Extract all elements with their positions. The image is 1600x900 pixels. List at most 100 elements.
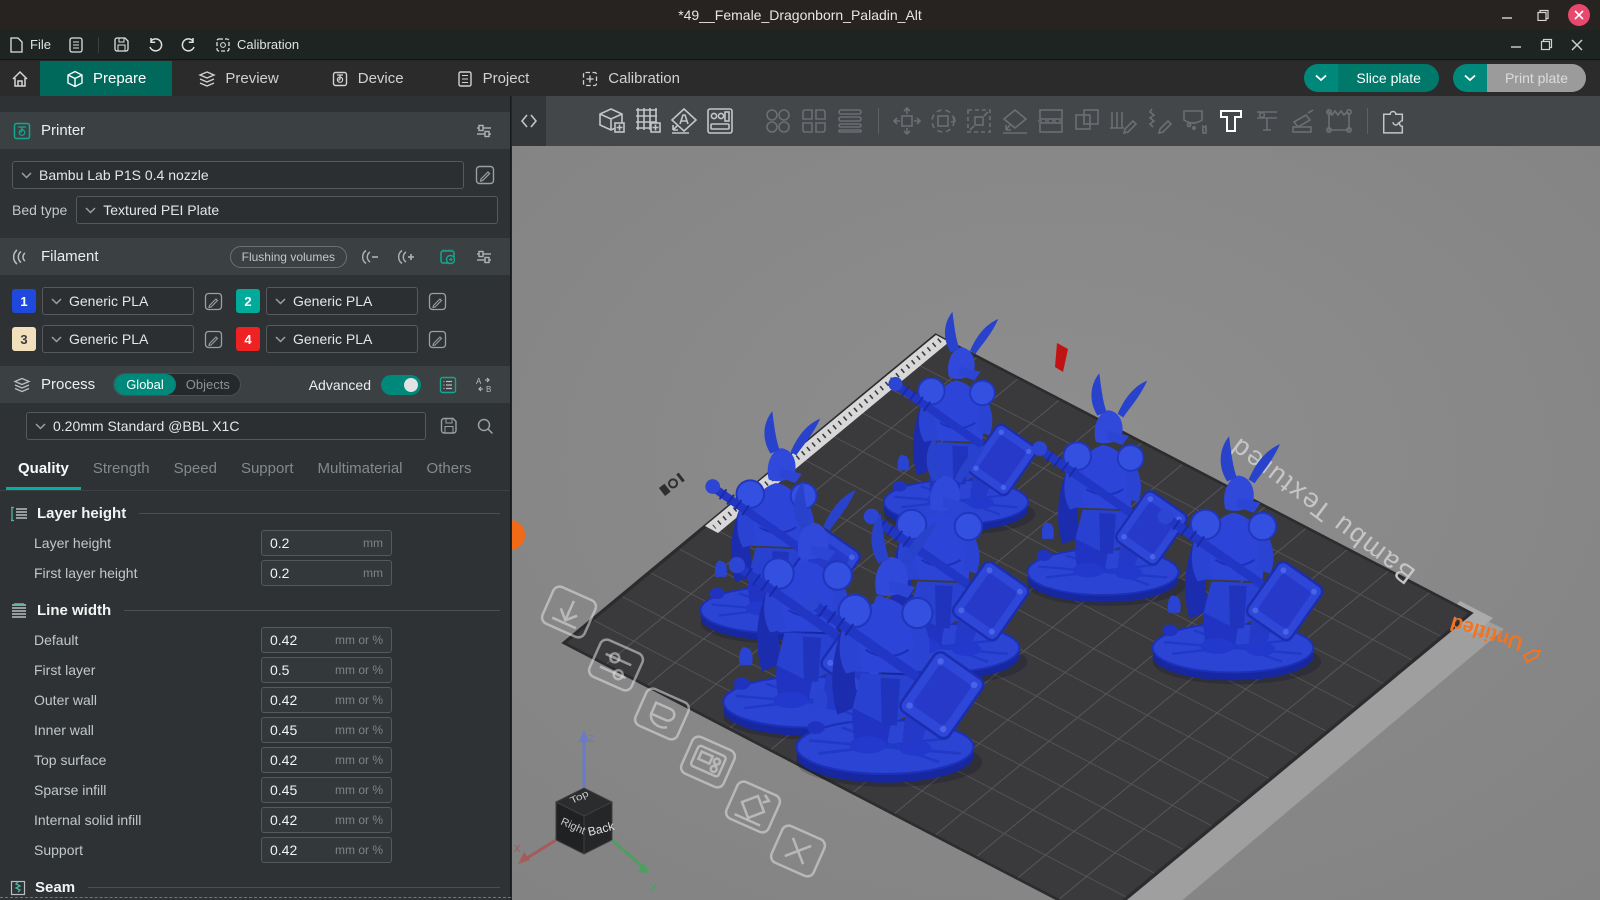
filament-1-swatch[interactable]: 1 [12, 289, 36, 313]
compare-presets-button[interactable]: AB [471, 372, 497, 398]
edit-printer-button[interactable] [472, 162, 498, 188]
measure-button[interactable] [1249, 103, 1285, 139]
edit-filament-2-button[interactable] [424, 288, 450, 314]
auto-orient-button[interactable] [666, 103, 702, 139]
os-close-button[interactable] [1568, 4, 1590, 26]
advanced-label: Advanced [309, 377, 371, 393]
print-plate-button[interactable]: Print plate [1453, 64, 1586, 92]
add-filament-button[interactable] [393, 244, 419, 270]
os-maximize-button[interactable] [1532, 4, 1554, 26]
notes-menu[interactable] [60, 30, 92, 59]
tab-device[interactable]: Device [305, 61, 430, 96]
tab-quality[interactable]: Quality [6, 452, 81, 490]
viewport-3d[interactable]: Bambu Textured Untitled [512, 96, 1600, 900]
filament-1-select[interactable]: Generic PLA [42, 287, 194, 315]
process-scope-toggle[interactable]: Global Objects [113, 373, 241, 396]
split-to-objects-button[interactable] [760, 103, 796, 139]
line-width-support-input[interactable]: 0.42mm or % [261, 837, 392, 863]
menu-bar: File Calibration [0, 30, 1600, 60]
color-painting-button[interactable] [1177, 103, 1213, 139]
printer-preset-select[interactable]: Bambu Lab P1S 0.4 nozzle [12, 161, 464, 189]
line-width-internal-solid-input[interactable]: 0.42mm or % [261, 807, 392, 833]
remove-filament-button[interactable] [357, 244, 383, 270]
tab-support[interactable]: Support [229, 452, 306, 490]
file-icon [9, 37, 24, 53]
lay-on-face-button[interactable] [997, 103, 1033, 139]
edit-filament-3-button[interactable] [200, 326, 226, 352]
support-painting-button[interactable] [1105, 103, 1141, 139]
save-button[interactable] [105, 30, 138, 59]
seam-painting-button[interactable] [1141, 103, 1177, 139]
home-button[interactable] [0, 61, 40, 96]
save-preset-button[interactable] [436, 413, 462, 439]
mesh-boolean-button[interactable] [1069, 103, 1105, 139]
scale-button[interactable] [961, 103, 997, 139]
first-layer-height-input[interactable]: 0.2mm [261, 560, 392, 586]
file-menu[interactable]: File [0, 30, 60, 59]
app-close-button[interactable] [1562, 30, 1592, 59]
undo-button[interactable] [138, 30, 172, 59]
preview-icon [198, 70, 216, 88]
tab-multimaterial[interactable]: Multimaterial [306, 452, 415, 490]
move-button[interactable] [889, 103, 925, 139]
split-to-parts-button[interactable] [796, 103, 832, 139]
flushing-volumes-button[interactable]: Flushing volumes [230, 246, 347, 268]
filament-3-swatch[interactable]: 3 [12, 327, 36, 351]
redo-button[interactable] [172, 30, 206, 59]
filament-3-select[interactable]: Generic PLA [42, 325, 194, 353]
print-dropdown-chevron[interactable] [1453, 64, 1487, 92]
layer-height-input[interactable]: 0.2mm [261, 530, 392, 556]
text-tool-button[interactable] [1213, 103, 1249, 139]
bed-type-select[interactable]: Textured PEI Plate [76, 196, 498, 224]
os-minimize-button[interactable] [1496, 4, 1518, 26]
tab-project[interactable]: Project [430, 61, 556, 96]
assemble-button[interactable] [1378, 103, 1414, 139]
edit-filament-1-button[interactable] [200, 288, 226, 314]
menu-separator [98, 37, 99, 53]
advanced-toggle[interactable] [381, 375, 421, 395]
tab-others[interactable]: Others [415, 452, 484, 490]
svg-text:B: B [486, 385, 491, 394]
edit-filament-4-button[interactable] [424, 326, 450, 352]
collapse-sidebar-button[interactable] [512, 96, 546, 146]
add-object-button[interactable] [594, 103, 630, 139]
line-width-default-input[interactable]: 0.42mm or % [261, 627, 392, 653]
process-icon [13, 377, 31, 393]
process-preset-select[interactable]: 0.20mm Standard @BBL X1C [26, 412, 426, 440]
app-maximize-button[interactable] [1531, 30, 1562, 59]
variable-layer-height-button[interactable] [832, 103, 868, 139]
line-width-outer-wall-input[interactable]: 0.42mm or % [261, 687, 392, 713]
search-preset-button[interactable] [472, 413, 498, 439]
printer-settings-button[interactable] [471, 118, 497, 144]
tab-strength[interactable]: Strength [81, 452, 162, 490]
line-width-inner-wall-input[interactable]: 0.45mm or % [261, 717, 392, 743]
line-width-top-surface-input[interactable]: 0.42mm or % [261, 747, 392, 773]
line-width-first-layer-input[interactable]: 0.5mm or % [261, 657, 392, 683]
add-plate-button[interactable] [630, 103, 666, 139]
tab-calibration[interactable]: Calibration [555, 61, 706, 96]
scope-global[interactable]: Global [114, 374, 176, 395]
scope-objects[interactable]: Objects [176, 374, 240, 395]
filament-4-swatch[interactable]: 4 [236, 327, 260, 351]
fuzzy-skin-button[interactable] [1321, 103, 1357, 139]
filament-2-swatch[interactable]: 2 [236, 289, 260, 313]
app-minimize-button[interactable] [1501, 30, 1531, 59]
tab-speed[interactable]: Speed [162, 452, 229, 490]
filament-2-select[interactable]: Generic PLA [266, 287, 418, 315]
slice-dropdown-chevron[interactable] [1304, 64, 1338, 92]
rotate-button[interactable] [925, 103, 961, 139]
line-width-sparse-infill-input[interactable]: 0.45mm or % [261, 777, 392, 803]
arrange-button[interactable] [702, 103, 738, 139]
slice-plate-button[interactable]: Slice plate [1304, 64, 1439, 92]
ams-sync-button[interactable] [435, 244, 461, 270]
scene-3d[interactable]: Bambu Textured Untitled [512, 146, 1600, 900]
process-list-button[interactable] [435, 372, 461, 398]
layer-height-group-header: Layer height [10, 505, 500, 522]
tab-preview[interactable]: Preview [172, 61, 304, 96]
emboss-button[interactable] [1285, 103, 1321, 139]
tab-prepare[interactable]: Prepare [40, 61, 172, 96]
filament-4-select[interactable]: Generic PLA [266, 325, 418, 353]
cut-button[interactable] [1033, 103, 1069, 139]
calibration-menu[interactable]: Calibration [206, 30, 308, 59]
filament-settings-button[interactable] [471, 244, 497, 270]
